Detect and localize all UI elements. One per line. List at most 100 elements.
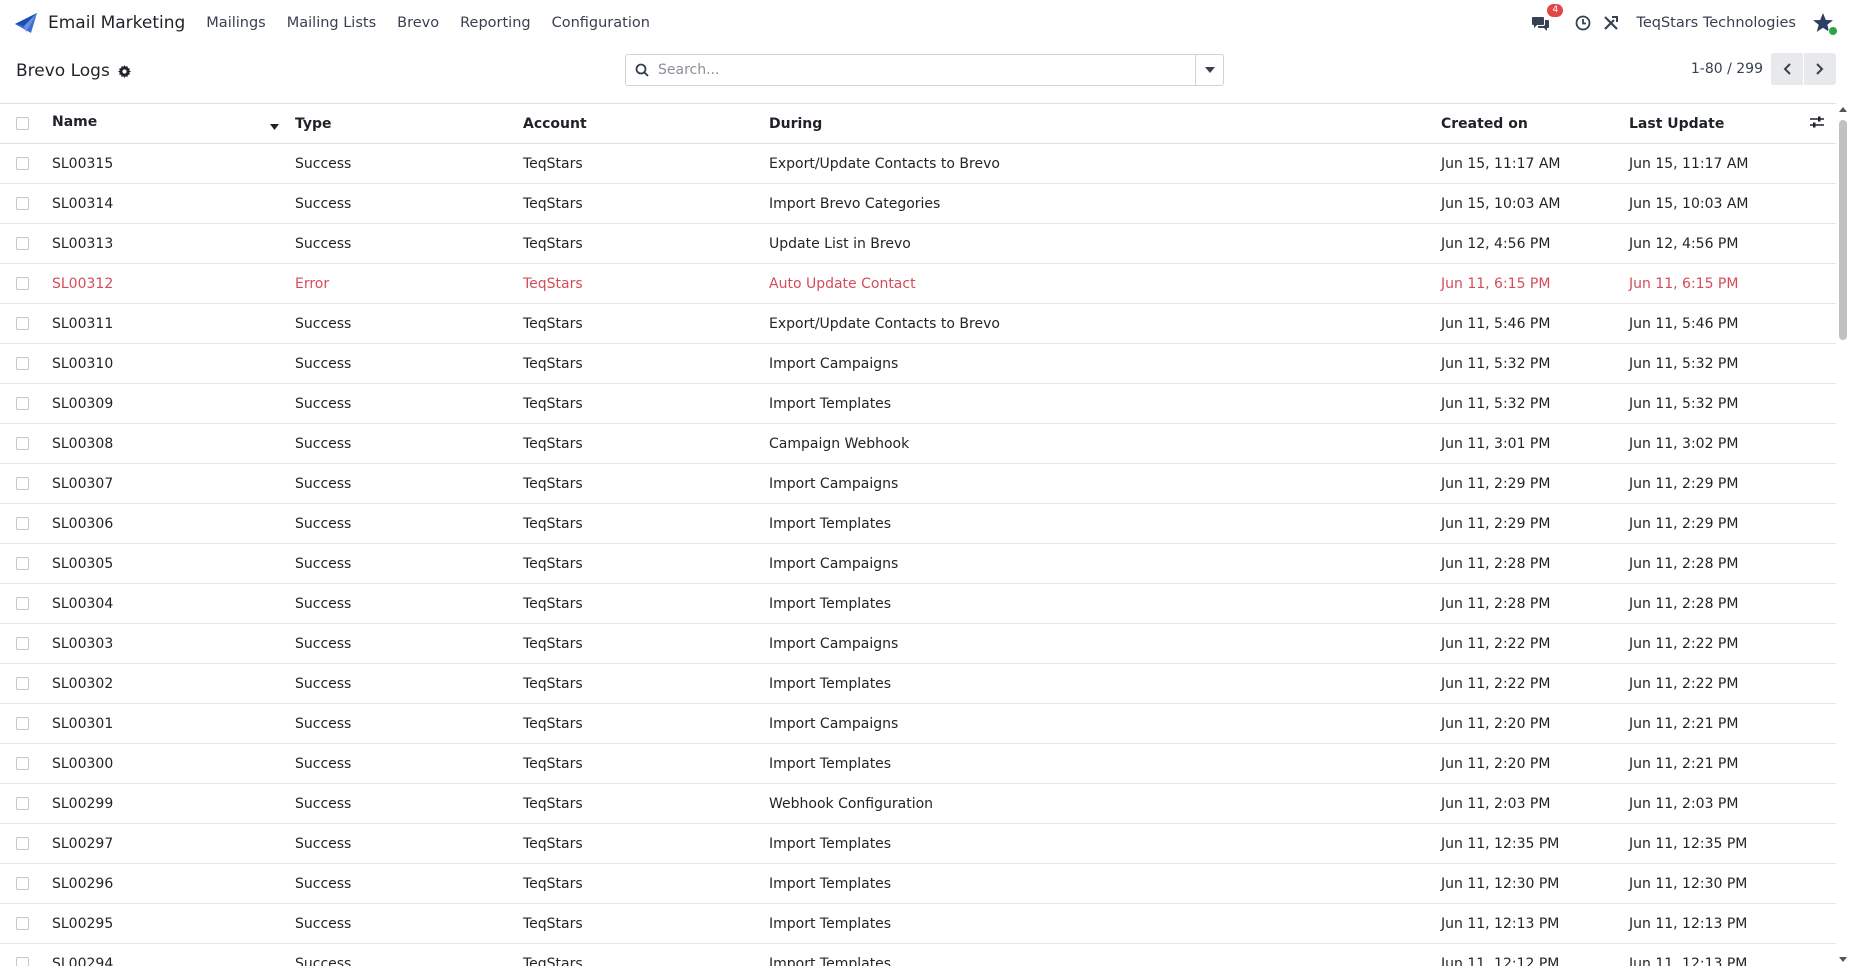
table-row[interactable]: SL00308 Success TeqStars Campaign Webhook Ju… (0, 424, 1836, 464)
cell-type: Success (295, 355, 352, 372)
column-header-last-update[interactable]: Last Update (1621, 104, 1801, 144)
table-row[interactable]: SL00313 Success TeqStars Update List in Bre… (0, 224, 1836, 264)
optional-columns-toggle[interactable] (1801, 104, 1836, 144)
table-row[interactable]: SL00299 Success TeqStars Webhook Configurat… (0, 784, 1836, 824)
row-checkbox[interactable] (16, 757, 29, 770)
scroll-up-arrow[interactable] (1839, 107, 1847, 112)
row-checkbox[interactable] (16, 957, 29, 966)
menu-reporting[interactable]: Reporting (460, 15, 531, 31)
cell-account: TeqStars (523, 715, 583, 732)
table-row[interactable]: SL00309 Success TeqStars Import Templates Ju… (0, 384, 1836, 424)
table-row[interactable]: SL00294 Success TeqStars Import Templates Ju… (0, 944, 1836, 966)
cell-during: Import Campaigns (769, 355, 899, 372)
row-spacer-cell (1801, 824, 1836, 864)
row-checkbox[interactable] (16, 237, 29, 250)
menu-mailings[interactable]: Mailings (206, 15, 265, 31)
table-row[interactable]: SL00306 Success TeqStars Import Templates Ju… (0, 504, 1836, 544)
cell-type: Success (295, 715, 352, 732)
cell-during: Import Campaigns (769, 715, 899, 732)
table-row[interactable]: SL00296 Success TeqStars Import Templates Ju… (0, 864, 1836, 904)
scroll-down-arrow[interactable] (1839, 957, 1847, 962)
row-checkbox[interactable] (16, 477, 29, 490)
cell-during: Import Brevo Categories (769, 195, 941, 212)
row-checkbox[interactable] (16, 397, 29, 410)
row-checkbox[interactable] (16, 677, 29, 690)
table-row[interactable]: SL00305 Success TeqStars Import Campaigns Ju… (0, 544, 1836, 584)
row-checkbox[interactable] (16, 437, 29, 450)
table-row[interactable]: SL00307 Success TeqStars Import Campaigns Ju… (0, 464, 1836, 504)
cell-account: TeqStars (523, 555, 583, 572)
search-options-toggle[interactable] (1195, 55, 1223, 85)
menu-configuration[interactable]: Configuration (552, 15, 650, 31)
row-checkbox[interactable] (16, 277, 29, 290)
cell-during: Import Templates (769, 955, 892, 966)
row-checkbox[interactable] (16, 877, 29, 890)
table-row[interactable]: SL00315 Success TeqStars Export/Update Cont… (0, 144, 1836, 184)
pager-next-button[interactable] (1804, 53, 1836, 85)
row-checkbox[interactable] (16, 837, 29, 850)
cell-name: SL00296 (52, 875, 114, 892)
row-checkbox[interactable] (16, 357, 29, 370)
app-name[interactable]: Email Marketing (48, 13, 185, 33)
cell-created: Jun 11, 2:03 PM (1441, 795, 1551, 812)
row-checkbox[interactable] (16, 557, 29, 570)
table-row[interactable]: SL00312 Error TeqStars Auto Update Contact J… (0, 264, 1836, 304)
column-header-type[interactable]: Type (287, 104, 515, 144)
row-checkbox[interactable] (16, 197, 29, 210)
row-select-cell (0, 264, 44, 304)
table-row[interactable]: SL00310 Success TeqStars Import Campaigns Ju… (0, 344, 1836, 384)
scroll-thumb[interactable] (1839, 120, 1847, 340)
row-checkbox[interactable] (16, 157, 29, 170)
star-avatar-icon[interactable] (1810, 10, 1838, 36)
table-row[interactable]: SL00311 Success TeqStars Export/Update Cont… (0, 304, 1836, 344)
vertical-scrollbar[interactable] (1836, 103, 1850, 966)
menu-brevo[interactable]: Brevo (397, 15, 439, 31)
table-row[interactable]: SL00302 Success TeqStars Import Templates Ju… (0, 664, 1836, 704)
list-view: Name Type Account During Created on Last… (0, 103, 1836, 966)
row-checkbox[interactable] (16, 637, 29, 650)
row-spacer-cell (1801, 224, 1836, 264)
table-row[interactable]: SL00314 Success TeqStars Import Brevo Categ… (0, 184, 1836, 224)
row-spacer-cell (1801, 144, 1836, 184)
cell-during: Import Campaigns (769, 475, 899, 492)
pager-value[interactable]: 1-80 / 299 (1691, 61, 1763, 77)
crossed-tools-icon[interactable] (1600, 12, 1622, 34)
search-input[interactable] (658, 55, 1195, 85)
row-spacer-cell (1801, 464, 1836, 504)
chat-bubbles-icon[interactable]: 4 (1530, 4, 1564, 34)
table-row[interactable]: SL00301 Success TeqStars Import Campaigns Ju… (0, 704, 1836, 744)
column-header-during[interactable]: During (761, 104, 1433, 144)
cell-updated: Jun 11, 2:28 PM (1629, 555, 1739, 572)
column-header-created-on[interactable]: Created on (1433, 104, 1621, 144)
table-row[interactable]: SL00300 Success TeqStars Import Templates Ju… (0, 744, 1836, 784)
column-header-name[interactable]: Name (44, 104, 287, 144)
table-row[interactable]: SL00303 Success TeqStars Import Campaigns Ju… (0, 624, 1836, 664)
table-row[interactable]: SL00295 Success TeqStars Import Templates Ju… (0, 904, 1836, 944)
row-checkbox[interactable] (16, 597, 29, 610)
row-checkbox[interactable] (16, 917, 29, 930)
table-row[interactable]: SL00297 Success TeqStars Import Templates Ju… (0, 824, 1836, 864)
menu-mailing-lists[interactable]: Mailing Lists (287, 15, 376, 31)
row-spacer-cell (1801, 744, 1836, 784)
cell-created: Jun 11, 2:29 PM (1441, 475, 1551, 492)
cell-updated: Jun 15, 10:03 AM (1629, 195, 1749, 212)
select-all-checkbox[interactable] (16, 117, 29, 130)
gear-icon[interactable] (117, 64, 131, 78)
cell-account: TeqStars (523, 435, 583, 452)
cell-name: SL00299 (52, 795, 114, 812)
cell-updated: Jun 11, 2:21 PM (1629, 755, 1739, 772)
row-checkbox[interactable] (16, 317, 29, 330)
cell-updated: Jun 11, 5:32 PM (1629, 395, 1739, 412)
cell-type: Success (295, 915, 352, 932)
table-row[interactable]: SL00304 Success TeqStars Import Templates Ju… (0, 584, 1836, 624)
clock-icon[interactable] (1572, 12, 1594, 34)
row-checkbox[interactable] (16, 717, 29, 730)
company-switcher[interactable]: TeqStars Technologies (1636, 15, 1796, 31)
column-header-account[interactable]: Account (515, 104, 761, 144)
cell-during: Import Templates (769, 915, 892, 932)
pager-previous-button[interactable] (1771, 53, 1803, 85)
cell-updated: Jun 11, 12:13 PM (1629, 915, 1748, 932)
row-checkbox[interactable] (16, 517, 29, 530)
row-checkbox[interactable] (16, 797, 29, 810)
paper-plane-icon[interactable] (14, 11, 38, 35)
